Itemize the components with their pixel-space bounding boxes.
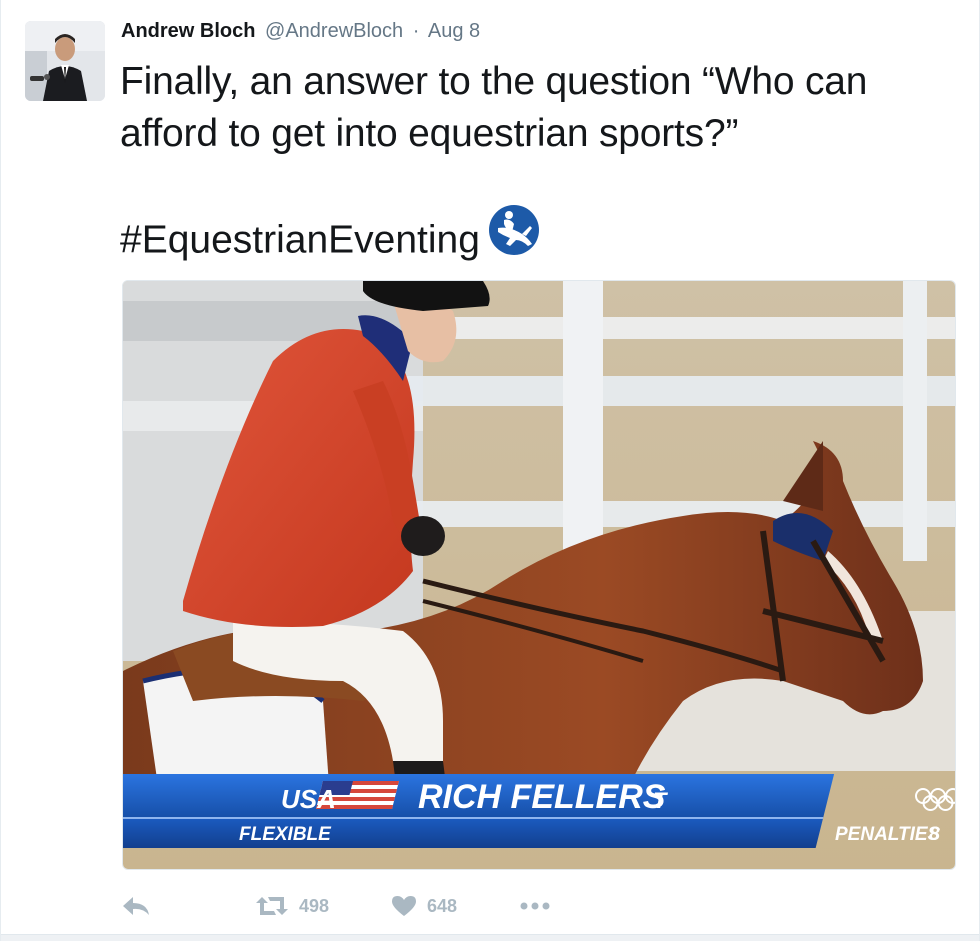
lower-third-rider-suffix: T xyxy=(653,788,668,813)
reply-button[interactable] xyxy=(121,890,151,922)
equestrian-pictogram-icon xyxy=(488,204,540,270)
photo-equestrian-rider: USA RICH FELLERS T FLEXIBLE PENALTIES 8 xyxy=(123,281,955,869)
lower-third-penalties-value: 8 xyxy=(929,824,940,845)
reply-arrow-icon xyxy=(121,895,151,917)
lower-third-rider-name: RICH FELLERS xyxy=(418,778,666,816)
lower-third-penalties-label: PENALTIES xyxy=(835,824,941,845)
author-name[interactable]: Andrew Bloch xyxy=(121,20,255,42)
like-count: 648 xyxy=(427,895,458,916)
more-dots-icon xyxy=(519,901,551,911)
retweet-count: 498 xyxy=(299,895,330,916)
tweet-photo[interactable]: USA RICH FELLERS T FLEXIBLE PENALTIES 8 xyxy=(122,280,956,870)
tweet-timestamp[interactable]: Aug 8 xyxy=(428,20,480,42)
tweet-actions: 498 648 xyxy=(121,890,621,922)
tweet-card: Andrew Bloch @AndrewBloch · Aug 8 Finall… xyxy=(0,0,980,941)
author-handle[interactable]: @AndrewBloch xyxy=(265,20,403,42)
hashtag-link[interactable]: #EquestrianEventing xyxy=(120,218,480,261)
author-avatar[interactable] xyxy=(25,21,105,101)
more-options-button[interactable] xyxy=(519,890,551,922)
lower-third-country: USA xyxy=(281,784,336,814)
lower-third-subtitle: FLEXIBLE xyxy=(239,824,332,845)
bottom-divider xyxy=(1,934,979,941)
tweet-header: Andrew Bloch @AndrewBloch · Aug 8 xyxy=(121,20,480,46)
hashtag-line: #EquestrianEventing xyxy=(120,205,540,275)
heart-icon xyxy=(391,895,417,917)
retweet-icon xyxy=(255,895,289,917)
like-button[interactable]: 648 xyxy=(391,890,457,922)
tweet-text: Finally, an answer to the question “Who … xyxy=(120,60,868,155)
header-separator: · xyxy=(412,20,420,42)
retweet-button[interactable]: 498 xyxy=(255,890,329,922)
